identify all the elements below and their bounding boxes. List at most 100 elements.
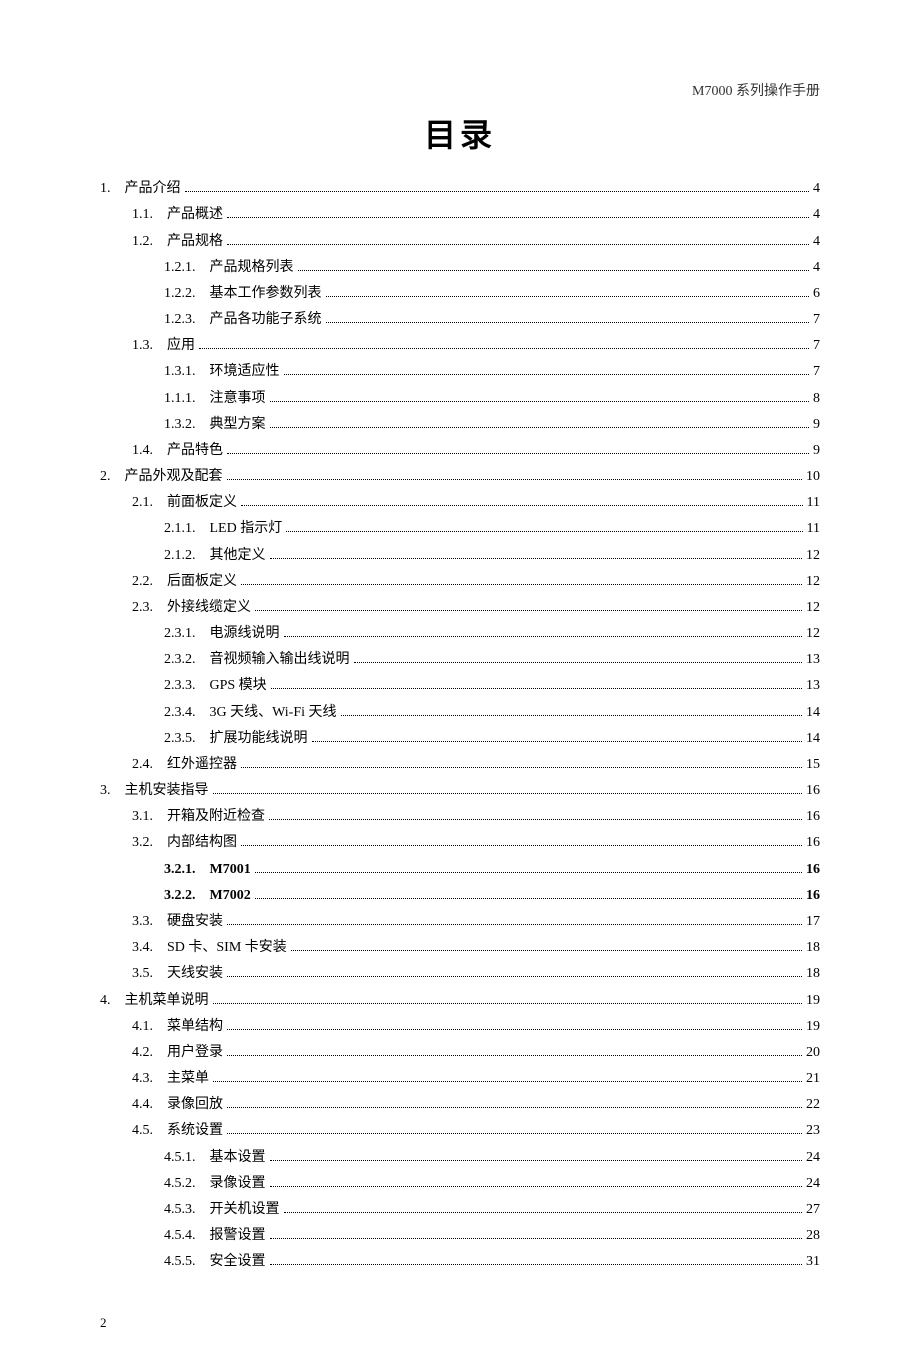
toc-entry[interactable]: 2.3.1.电源线说明12 (100, 621, 820, 647)
toc-entry-label: 产品规格 (167, 230, 223, 254)
toc-entry[interactable]: 4.5.1.基本设置24 (100, 1144, 820, 1170)
toc-entry-page: 11 (805, 491, 820, 515)
toc-entry[interactable]: 4.4.录像回放22 (100, 1092, 820, 1118)
toc-entry-page: 6 (811, 282, 820, 306)
toc-leader-dots (255, 898, 802, 899)
toc-entry[interactable]: 2.3.外接线缆定义12 (100, 595, 820, 621)
toc-entry-number: 4.5.2. (164, 1172, 196, 1196)
toc-entry[interactable]: 1.1.1.注意事项8 (100, 385, 820, 411)
toc-entry[interactable]: 1.2.1.产品规格列表4 (100, 255, 820, 281)
toc-entry-page: 31 (804, 1250, 820, 1274)
toc-entry[interactable]: 3.4. SD 卡、SIM 卡安装 18 (100, 935, 820, 961)
toc-entry[interactable]: 4.5.4.报警设置28 (100, 1223, 820, 1249)
toc-entry-label: 开箱及附近检查 (167, 805, 265, 829)
toc-entry[interactable]: 3.3.硬盘安装17 (100, 909, 820, 935)
toc-leader-dots (227, 217, 809, 218)
toc-entry-label: 系统设置 (167, 1119, 223, 1143)
toc-entry[interactable]: 3.1.开箱及附近检查16 (100, 804, 820, 830)
toc-entry-number: 2.3.3. (164, 674, 196, 698)
toc-entry-page: 21 (804, 1067, 820, 1091)
toc-entry-label: 开关机设置 (210, 1198, 280, 1222)
toc-entry-number: 4.5.3. (164, 1198, 196, 1222)
toc-entry-number: 4.4. (132, 1093, 153, 1117)
toc-entry-page: 16 (804, 779, 820, 803)
toc-entry-label: 后面板定义 (167, 570, 237, 594)
toc-entry-label: 录像设置 (210, 1172, 266, 1196)
toc-entry-label: SD 卡、SIM 卡安装 (167, 936, 287, 960)
toc-entry[interactable]: 1.3.1.环境适应性7 (100, 359, 820, 385)
toc-entry-number: 3.2. (132, 831, 153, 855)
toc-entry-page: 18 (804, 936, 820, 960)
toc-entry-page: 16 (804, 884, 820, 908)
toc-entry[interactable]: 4.5.3.开关机设置27 (100, 1197, 820, 1223)
toc-leader-dots (241, 505, 803, 506)
toc-entry-number: 1.3.1. (164, 360, 196, 384)
toc-entry-page: 4 (811, 230, 820, 254)
toc-leader-dots (270, 1264, 803, 1265)
toc-entry[interactable]: 1.2.产品规格4 (100, 228, 820, 254)
toc-entry-page: 12 (804, 570, 820, 594)
toc-entry[interactable]: 4.1.菜单结构19 (100, 1014, 820, 1040)
toc-entry[interactable]: 3.2.1.M700116 (100, 856, 820, 882)
toc-entry-page: 7 (811, 360, 820, 384)
toc-entry-number: 2.3.2. (164, 648, 196, 672)
toc-entry[interactable]: 1.2.2.基本工作参数列表6 (100, 281, 820, 307)
toc-entry[interactable]: 4.3.主菜单21 (100, 1066, 820, 1092)
toc-entry[interactable]: 2.产品外观及配套10 (100, 464, 820, 490)
toc-entry-label: M7001 (210, 858, 251, 882)
toc-entry[interactable]: 3.5.天线安装18 (100, 961, 820, 987)
toc-entry[interactable]: 1.产品介绍4 (100, 176, 820, 202)
toc-entry-number: 2.3.4. (164, 701, 196, 725)
toc-leader-dots (185, 191, 810, 192)
toc-entry[interactable]: 2.1.1.LED 指示灯11 (100, 516, 820, 542)
toc-entry[interactable]: 4.5.2.录像设置24 (100, 1171, 820, 1197)
toc-entry[interactable]: 4.主机菜单说明19 (100, 987, 820, 1013)
toc-entry[interactable]: 4.5.5.安全设置31 (100, 1249, 820, 1275)
toc-entry[interactable]: 3.主机安装指导16 (100, 778, 820, 804)
toc-entry-label: 产品特色 (167, 439, 223, 463)
toc-entry-page: 9 (811, 413, 820, 437)
toc-entry[interactable]: 2.3.2.音视频输入输出线说明13 (100, 647, 820, 673)
toc-leader-dots (199, 348, 809, 349)
toc-entry[interactable]: 1.3.应用7 (100, 333, 820, 359)
toc-entry[interactable]: 2.3.3.GPS 模块13 (100, 673, 820, 699)
toc-entry-label: 天线安装 (167, 962, 223, 986)
toc-entry-number: 4.3. (132, 1067, 153, 1091)
toc-entry[interactable]: 3.2.2.M700216 (100, 883, 820, 909)
toc-entry[interactable]: 1.4.产品特色9 (100, 438, 820, 464)
toc-entry[interactable]: 1.2.3.产品各功能子系统7 (100, 307, 820, 333)
toc-entry-label: 报警设置 (210, 1224, 266, 1248)
toc-entry[interactable]: 3.2.内部结构图16 (100, 830, 820, 856)
toc-leader-dots (255, 610, 802, 611)
toc-entry-number: 1.1. (132, 203, 153, 227)
toc-entry[interactable]: 2.4.红外遥控器15 (100, 752, 820, 778)
toc-entry-number: 1.1.1. (164, 387, 196, 411)
toc-leader-dots (284, 636, 803, 637)
toc-entry-page: 24 (804, 1146, 820, 1170)
toc-entry[interactable]: 2.3.4.3G 天线、Wi-Fi 天线14 (100, 699, 820, 725)
toc-leader-dots (269, 819, 802, 820)
toc-entry-page: 19 (804, 1015, 820, 1039)
toc-leader-dots (227, 453, 809, 454)
toc-entry[interactable]: 2.1.2.其他定义12 (100, 542, 820, 568)
toc-entry[interactable]: 1.1.产品概述4 (100, 202, 820, 228)
toc-entry-page: 13 (804, 674, 820, 698)
toc-entry[interactable]: 2.3.5.扩展功能线说明14 (100, 726, 820, 752)
toc-leader-dots (270, 1160, 803, 1161)
toc-entry[interactable]: 4.2.用户登录20 (100, 1040, 820, 1066)
toc-entry-number: 1.2.3. (164, 308, 196, 332)
toc-entry-page: 17 (804, 910, 820, 934)
toc-entry-number: 2.3. (132, 596, 153, 620)
toc-entry-page: 22 (804, 1093, 820, 1117)
toc-entry-number: 2.1. (132, 491, 153, 515)
toc-entry[interactable]: 4.5.系统设置23 (100, 1118, 820, 1144)
toc-entry-number: 3.4. (132, 936, 153, 960)
toc-entry[interactable]: 2.1.前面板定义11 (100, 490, 820, 516)
toc-entry[interactable]: 2.2.后面板定义12 (100, 569, 820, 595)
toc-leader-dots (354, 662, 803, 663)
toc-entry-page: 20 (804, 1041, 820, 1065)
toc-entry-page: 7 (811, 334, 820, 358)
toc-entry[interactable]: 1.3.2.典型方案9 (100, 412, 820, 438)
toc-entry-number: 3.2.1. (164, 858, 196, 882)
toc-entry-number: 3.1. (132, 805, 153, 829)
